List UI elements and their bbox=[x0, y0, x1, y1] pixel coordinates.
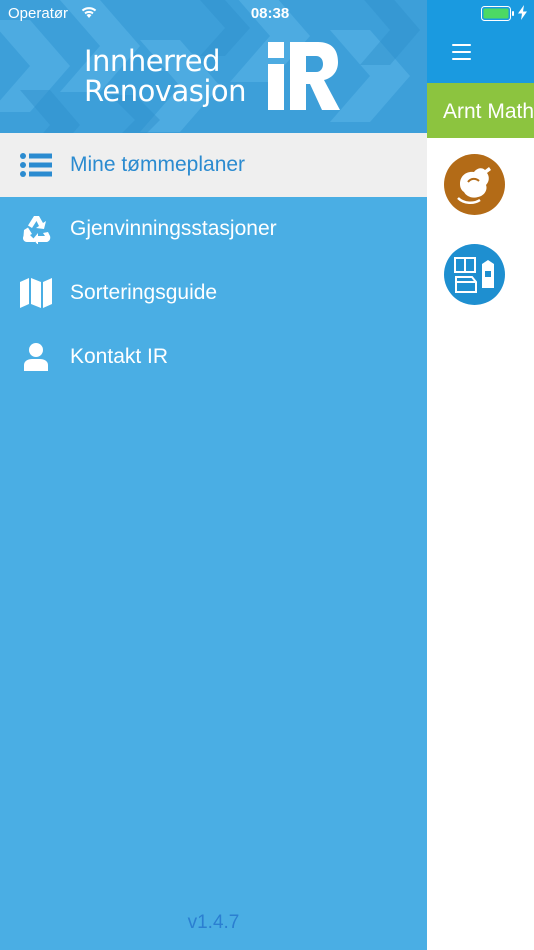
drawer-menu: Mine tømmeplaner Gjenvinningsstasjoner S… bbox=[0, 133, 427, 389]
main-content: Arnt Math bbox=[427, 0, 534, 950]
map-icon bbox=[20, 277, 52, 309]
menu-item-sorteringsguide[interactable]: Sorteringsguide bbox=[0, 261, 427, 325]
food-waste-icon[interactable] bbox=[444, 154, 505, 215]
logo-line-2: Renovasjon bbox=[84, 74, 247, 108]
menu-item-label: Kontakt IR bbox=[70, 345, 169, 368]
person-icon bbox=[20, 341, 52, 373]
menu-item-gjenvinningsstasjoner[interactable]: Gjenvinningsstasjoner bbox=[0, 197, 427, 261]
app-version: v1.4.7 bbox=[187, 912, 240, 933]
menu-item-mine-tommeplaner[interactable]: Mine tømmeplaner bbox=[0, 133, 427, 197]
hamburger-menu-icon[interactable] bbox=[452, 44, 471, 62]
logo-line-1: Innherred bbox=[84, 44, 220, 78]
menu-item-label: Sorteringsguide bbox=[70, 281, 218, 304]
status-bar: Operatør 08:38 bbox=[0, 0, 534, 26]
charging-bolt-icon bbox=[518, 5, 527, 20]
ir-logo-icon bbox=[268, 42, 340, 110]
menu-item-kontakt-ir[interactable]: Kontakt IR bbox=[0, 325, 427, 389]
menu-item-label: Gjenvinningsstasjoner bbox=[70, 217, 277, 240]
list-icon bbox=[20, 149, 52, 181]
brand-logo-text: Innherred Renovasjon bbox=[84, 44, 247, 108]
menu-item-label: Mine tømmeplaner bbox=[70, 153, 246, 176]
address-label: Arnt Math bbox=[443, 100, 534, 123]
clock-text: 08:38 bbox=[250, 5, 290, 22]
status-time: 08:38 bbox=[0, 5, 534, 22]
side-drawer: Innherred Renovasjon Mine tømmeplaner Gj… bbox=[0, 0, 427, 950]
recycle-icon bbox=[20, 213, 52, 245]
address-bar[interactable]: Arnt Math bbox=[427, 83, 534, 138]
paper-cardboard-icon[interactable] bbox=[444, 244, 505, 305]
battery-icon bbox=[481, 6, 514, 21]
